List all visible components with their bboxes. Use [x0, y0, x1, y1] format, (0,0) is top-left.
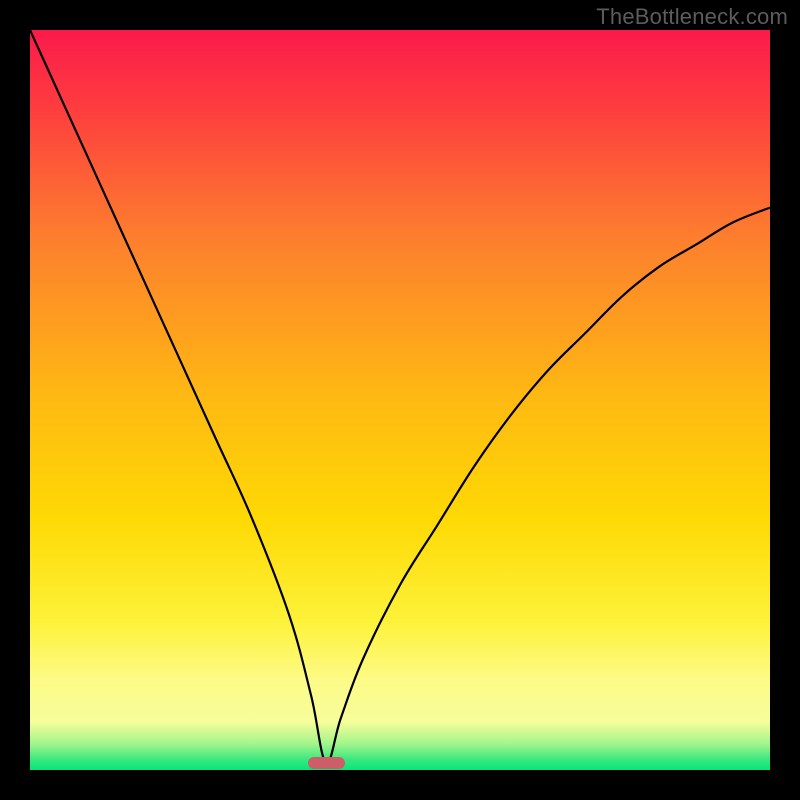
attribution-label: TheBottleneck.com	[596, 4, 788, 30]
plot-svg	[30, 30, 770, 770]
chart-frame: TheBottleneck.com	[0, 0, 800, 800]
optimal-point-marker	[308, 757, 345, 769]
gradient-background	[30, 30, 770, 770]
plot-area	[30, 30, 770, 770]
